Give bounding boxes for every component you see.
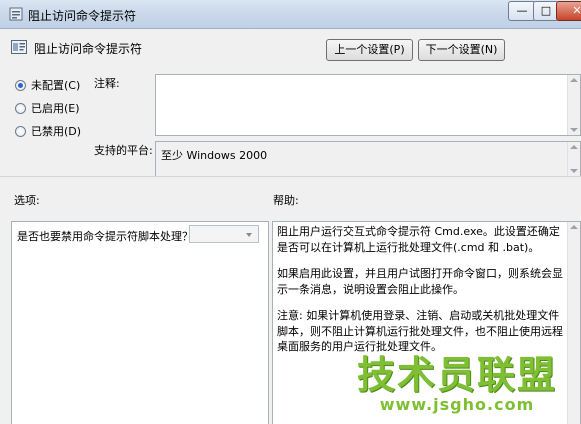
- radio-disabled[interactable]: 已禁用(D): [15, 123, 81, 139]
- options-panel: 是否也要禁用命令提示符脚本处理？: [11, 221, 269, 424]
- radio-not-configured[interactable]: 未配置(C): [15, 77, 80, 93]
- platform-label: 支持的平台:: [94, 144, 153, 157]
- radio-indicator[interactable]: [15, 102, 26, 114]
- options-label: 选项:: [14, 194, 40, 207]
- setting-title: 阻止访问命令提示符: [34, 42, 143, 56]
- radio-label: 未配置(C): [31, 79, 81, 92]
- options-question: 是否也要禁用命令提示符脚本处理？: [17, 230, 193, 243]
- minimize-button[interactable]: —: [508, 1, 536, 21]
- help-paragraph: 注意: 如果计算机使用登录、注销、启动或关机批处理文件脚本，则不阻止计算机运行批…: [277, 309, 563, 353]
- scroll-down-icon[interactable]: [570, 128, 578, 132]
- radio-enabled[interactable]: 已启用(E): [15, 100, 80, 116]
- title-bar: 阻止访问命令提示符 — □ ✕: [0, 0, 581, 29]
- radio-label: 已启用(E): [31, 102, 80, 115]
- watermark-url: www.jsgho.com: [379, 395, 535, 414]
- platform-scrollbar[interactable]: [567, 142, 580, 176]
- close-button[interactable]: ✕: [556, 1, 581, 21]
- watermark-text: 技术员联盟: [356, 353, 557, 397]
- script-processing-dropdown[interactable]: [189, 225, 259, 243]
- radio-indicator[interactable]: [15, 79, 26, 91]
- help-paragraph: 阻止用户运行交互式命令提示符 Cmd.exe。此设置还确定是否可以在计算机上运行…: [277, 225, 560, 254]
- help-label: 帮助:: [273, 194, 299, 207]
- site-watermark: 技术员联盟 www.jsgho.com: [352, 354, 562, 420]
- next-setting-button[interactable]: 下一个设置(N): [418, 39, 505, 61]
- platform-value: 至少 Windows 2000: [161, 149, 268, 162]
- comment-textarea[interactable]: [155, 74, 581, 136]
- help-scrollbar[interactable]: [567, 222, 580, 424]
- radio-label: 已禁用(D): [31, 125, 82, 138]
- scroll-up-icon[interactable]: [570, 145, 578, 149]
- comment-scrollbar[interactable]: [567, 75, 580, 135]
- radio-indicator[interactable]: [15, 125, 26, 137]
- previous-setting-button[interactable]: 上一个设置(P): [326, 39, 413, 61]
- platform-field: 至少 Windows 2000: [155, 141, 581, 177]
- window-title: 阻止访问命令提示符: [28, 9, 137, 23]
- policy-app-icon: [9, 7, 23, 24]
- setting-icon: [11, 40, 27, 57]
- scroll-up-icon[interactable]: [570, 225, 578, 229]
- section-divider: [0, 176, 581, 177]
- scroll-down-icon[interactable]: [570, 169, 578, 173]
- help-paragraph: 如果启用此设置，并且用户试图打开命令窗口，则系统会显示一条消息，说明设置会阻止此…: [277, 267, 563, 296]
- scroll-up-icon[interactable]: [570, 78, 578, 82]
- comment-label: 注释:: [94, 77, 120, 90]
- chevron-down-icon: [246, 233, 252, 237]
